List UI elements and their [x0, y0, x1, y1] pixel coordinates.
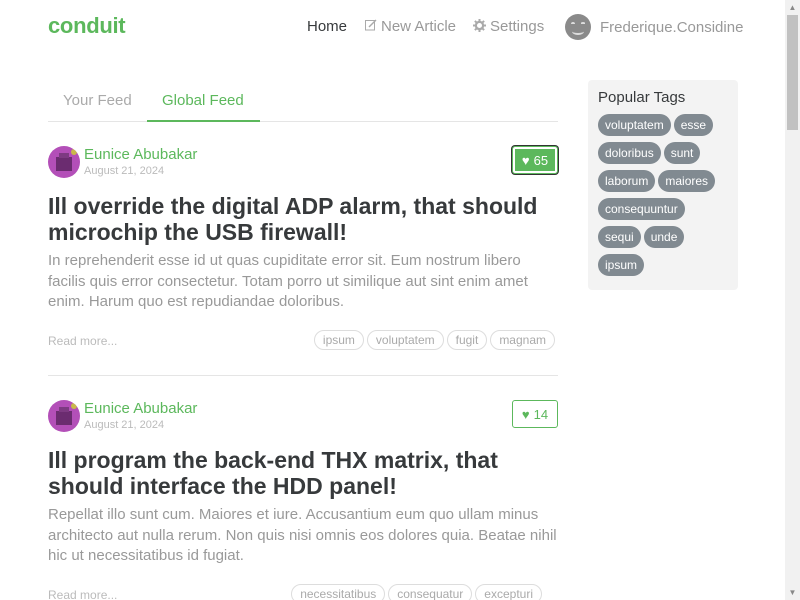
article-tag: consequatur [388, 584, 473, 600]
scroll-up-arrow-icon[interactable]: ▲ [785, 0, 800, 15]
article-preview: Eunice Abubakar August 21, 2024 ♥ 65 Ill… [48, 146, 558, 376]
article-title[interactable]: Ill program the back-end THX matrix, tha… [48, 447, 548, 499]
tag-pill[interactable]: maiores [658, 170, 716, 192]
heart-icon: ♥ [521, 406, 530, 422]
article-title[interactable]: Ill override the digital ADP alarm, that… [48, 193, 548, 245]
scroll-down-arrow-icon[interactable]: ▼ [785, 585, 800, 600]
nav-new-article[interactable]: New Article [364, 18, 456, 35]
article-tag: excepturi [475, 584, 542, 600]
tag-pill[interactable]: unde [643, 226, 685, 248]
tag-pill[interactable]: sunt [663, 142, 701, 164]
tag-cloud: voluptatem esse doloribus sunt laborum m… [598, 114, 728, 276]
navbar: conduit Home New Article Settings Freder… [0, 0, 785, 56]
author-avatar[interactable] [48, 400, 80, 432]
article-description[interactable]: Repellat illo sunt cum. Maiores et iure.… [48, 505, 558, 567]
article-tag-list: ipsum voluptatem fugit magnam [313, 330, 555, 350]
author-name[interactable]: Eunice Abubakar [84, 146, 197, 163]
nav-username: Frederique.Considine [600, 18, 744, 36]
article-date: August 21, 2024 [84, 419, 165, 431]
article-tag: ipsum [313, 330, 364, 350]
sidebar-title: Popular Tags [598, 89, 686, 106]
tab-your-feed[interactable]: Your Feed [48, 80, 147, 122]
article-tag: fugit [446, 330, 488, 350]
gear-icon [473, 18, 486, 35]
popular-tags-sidebar: Popular Tags voluptatem esse doloribus s… [588, 80, 738, 290]
user-avatar [565, 14, 591, 40]
feed-tabs: Your Feed Global Feed [48, 80, 558, 122]
nav-home[interactable]: Home [307, 18, 347, 35]
scrollbar-thumb[interactable] [787, 15, 798, 130]
tag-pill[interactable]: esse [673, 114, 714, 136]
article-tag: magnam [490, 330, 555, 350]
tag-pill[interactable]: laborum [598, 170, 656, 192]
nav-settings-label: Settings [490, 18, 545, 35]
nav-new-article-label: New Article [381, 18, 457, 35]
favorite-button[interactable]: ♥ 65 [512, 146, 558, 174]
heart-icon: ♥ [521, 152, 530, 168]
nav-user-profile[interactable]: Frederique.Considine [565, 14, 743, 40]
tag-pill[interactable]: ipsum [598, 254, 645, 276]
read-more-link[interactable]: Read more... [48, 334, 117, 348]
tab-global-feed[interactable]: Global Feed [147, 80, 260, 122]
compose-icon [364, 19, 377, 34]
tag-pill[interactable]: sequi [598, 226, 641, 248]
brand-logo[interactable]: conduit [48, 13, 126, 39]
article-tag: voluptatem [366, 330, 444, 350]
article-date: August 21, 2024 [84, 165, 165, 177]
tag-pill[interactable]: consequuntur [598, 198, 685, 220]
tag-pill[interactable]: doloribus [598, 142, 661, 164]
author-name[interactable]: Eunice Abubakar [84, 400, 197, 417]
author-avatar[interactable] [48, 146, 80, 178]
nav-settings[interactable]: Settings [473, 18, 544, 35]
page-scrollbar[interactable]: ▲ ▼ [785, 0, 800, 600]
article-tag-list: necessitatibus consequatur excepturi [291, 584, 542, 600]
favorite-count: 14 [533, 406, 549, 422]
article-tag: necessitatibus [291, 584, 386, 600]
favorite-button[interactable]: ♥ 14 [512, 400, 558, 428]
tag-pill[interactable]: voluptatem [598, 114, 671, 136]
read-more-link[interactable]: Read more... [48, 588, 117, 600]
favorite-count: 65 [533, 152, 549, 168]
article-description[interactable]: In reprehenderit esse id ut quas cupidit… [48, 251, 558, 313]
nav-home-label: Home [307, 18, 348, 35]
article-preview: Eunice Abubakar August 21, 2024 ♥ 14 Ill… [48, 400, 558, 600]
